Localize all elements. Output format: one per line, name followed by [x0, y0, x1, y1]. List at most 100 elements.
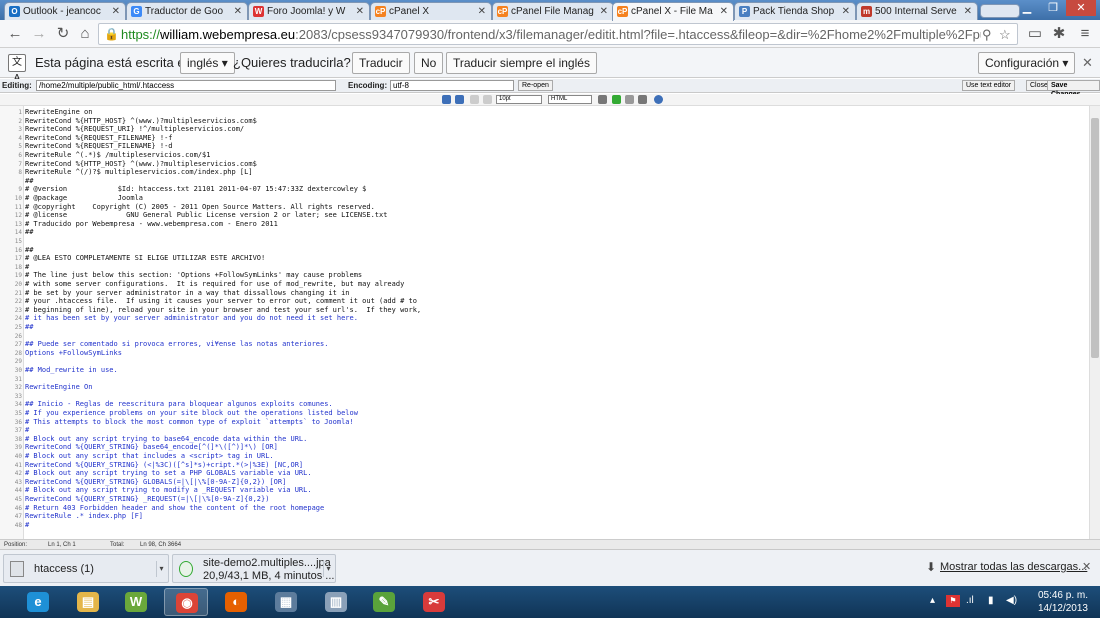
tab-title: Pack Tienda Shop	[753, 6, 835, 17]
download-item[interactable]: htaccess (1) ▾	[3, 554, 169, 583]
tab-title: Outlook - jeancoc	[23, 6, 101, 17]
file-explorer-icon: ▤	[77, 592, 99, 612]
extension-icon[interactable]: ✱	[1050, 25, 1068, 43]
use-text-editor-button[interactable]: Use text editor	[962, 80, 1016, 91]
url-text[interactable]: https://william.webempresa.eu:2083/cpses…	[121, 27, 981, 42]
show-all-downloads-link[interactable]: Mostrar todas las descargas...	[940, 561, 1087, 573]
syntax-select[interactable]: HTML	[548, 95, 592, 104]
close-tab-icon[interactable]: ✕	[964, 6, 972, 17]
total-value: Ln 98, Ch 3664	[140, 542, 182, 548]
url-host: william.webempresa.eu	[160, 27, 296, 42]
download-arrow-icon: ⬇	[926, 560, 937, 574]
encoding-label: Encoding:	[348, 81, 388, 90]
toggle-editor-icon[interactable]	[638, 95, 647, 104]
editing-label: Editing:	[2, 81, 32, 90]
close-tab-icon[interactable]: ✕	[234, 6, 242, 17]
cast-icon[interactable]: ▭	[1026, 25, 1044, 43]
network-signal-icon[interactable]: .ıl	[966, 595, 974, 606]
close-tab-icon[interactable]: ✕	[842, 6, 850, 17]
tray-expand-icon[interactable]: ▴	[930, 595, 935, 606]
chrome-icon: ◉	[176, 593, 198, 613]
code-editor[interactable]: 1 RewriteEngine on 2 RewriteCond %{HTTP_HOS…	[0, 106, 1090, 539]
browser-tab[interactable]: P Pack Tienda Shop ✕	[734, 2, 856, 20]
highlight-icon[interactable]	[612, 95, 621, 104]
save-changes-button[interactable]: Save Changes	[1047, 80, 1100, 98]
translate-button[interactable]: Traducir	[352, 52, 410, 74]
zoom-icon[interactable]: ⚲	[982, 27, 992, 43]
browser-tab[interactable]: cP cPanel X - File Ma ✕	[612, 2, 734, 21]
translate-prompt: Esta página está escrita en	[35, 55, 192, 70]
fullscreen-icon[interactable]	[598, 95, 607, 104]
reload-button[interactable]: ↻	[54, 25, 72, 43]
taskbar-app-button[interactable]: W	[114, 588, 158, 616]
font-size-select[interactable]: 10pt	[496, 95, 542, 104]
forward-button[interactable]: →	[30, 25, 48, 43]
file-path-field[interactable]: /home2/multiple/public_html/.htaccess	[36, 80, 336, 91]
bookmark-star-icon[interactable]: ☆	[999, 27, 1011, 43]
undo-icon[interactable]	[470, 95, 479, 104]
taskbar-app-button[interactable]: ▦	[264, 588, 308, 616]
maximize-button[interactable]: ❐	[1040, 0, 1066, 16]
taskbar-app-button[interactable]: ▥	[314, 588, 358, 616]
cpanel-icon: cP	[375, 6, 386, 17]
taskbar-app-button[interactable]: ✂	[412, 588, 456, 616]
browser-tab[interactable]: m 500 Internal Serve ✕	[856, 2, 978, 20]
taskbar-app-button[interactable]: ◐	[214, 588, 258, 616]
clock-time: 05:46 p. m.	[1037, 590, 1088, 601]
snipping-tool-icon: ✂	[423, 592, 445, 612]
translate-icon: G	[131, 6, 142, 17]
always-translate-button[interactable]: Traducir siempre el inglés	[446, 52, 597, 74]
close-translate-icon[interactable]: ✕	[1082, 55, 1093, 71]
editor-scrollbar[interactable]	[1089, 106, 1100, 539]
translate-settings-button[interactable]: Configuración ▾	[978, 52, 1076, 74]
help-icon[interactable]	[654, 95, 663, 104]
internet-explorer-icon: e	[27, 592, 49, 612]
close-tab-icon[interactable]: ✕	[112, 6, 120, 17]
address-bar[interactable]: 🔒 https://william.webempresa.eu:2083/cps…	[98, 23, 1018, 45]
browser-tab[interactable]: cP cPanel File Manag ✕	[492, 2, 614, 20]
close-tab-icon[interactable]: ✕	[720, 6, 728, 17]
browser-tab[interactable]: W Foro Joomla! y W ✕	[248, 2, 370, 20]
browser-tab[interactable]: O Outlook - jeancoc ✕	[4, 2, 126, 20]
close-tab-icon[interactable]: ✕	[356, 6, 364, 17]
browser-tab[interactable]: cP cPanel X ✕	[370, 2, 492, 20]
chevron-down-icon[interactable]: ▾	[156, 561, 166, 577]
editor-toolbar: 10pt HTML	[0, 94, 1100, 106]
close-tab-icon[interactable]: ✕	[478, 6, 486, 17]
search-icon[interactable]	[442, 95, 451, 104]
close-tab-icon[interactable]: ✕	[600, 6, 608, 17]
no-translate-button[interactable]: No	[414, 52, 444, 74]
security-alert-icon[interactable]: ⚑	[946, 595, 960, 607]
tab-title: cPanel X - File Ma	[631, 6, 713, 17]
volume-icon[interactable]: ◀)	[1006, 595, 1017, 606]
language-select[interactable]: inglés ▾	[180, 52, 235, 74]
download-item[interactable]: site-demo2.multiples....jpa 20,9/43,1 MB…	[172, 554, 336, 583]
browser-tab[interactable]: G Traductor de Goo ✕	[126, 2, 248, 20]
download-progress-icon	[179, 561, 193, 577]
battery-icon[interactable]: ▮	[988, 595, 994, 606]
back-button[interactable]: ←	[6, 25, 24, 43]
translate-question: ¿Quieres traducirla?	[233, 55, 351, 70]
close-window-button[interactable]: ✕	[1066, 0, 1096, 16]
browser-toolbar: ← → ↻ ⌂ 🔒 https://william.webempresa.eu:…	[0, 20, 1100, 48]
taskbar-app-button[interactable]: ✎	[362, 588, 406, 616]
reset-highlight-icon[interactable]	[625, 95, 634, 104]
taskbar-app-button[interactable]: ▤	[66, 588, 110, 616]
minimize-button[interactable]: ▁	[1014, 0, 1040, 16]
scrollbar-thumb[interactable]	[1091, 118, 1099, 358]
shop-icon: P	[739, 6, 750, 17]
code-line[interactable]: 48 #	[0, 521, 1090, 530]
chevron-down-icon[interactable]: ▾	[323, 561, 333, 577]
encoding-select[interactable]: utf-8	[390, 80, 514, 91]
goto-line-icon[interactable]	[455, 95, 464, 104]
home-button[interactable]: ⌂	[76, 25, 94, 43]
taskbar-app-button[interactable]: e	[16, 588, 60, 616]
system-clock[interactable]: 05:46 p. m. 14/12/2013	[1028, 589, 1088, 615]
reopen-button[interactable]: Re-open	[518, 80, 553, 91]
menu-icon[interactable]: ≡	[1076, 25, 1094, 43]
redo-icon[interactable]	[483, 95, 492, 104]
network-icon: ▦	[275, 592, 297, 612]
file-icon	[10, 561, 24, 577]
close-shelf-icon[interactable]: ✕	[1082, 560, 1091, 573]
taskbar-app-button[interactable]: ◉	[164, 588, 208, 616]
